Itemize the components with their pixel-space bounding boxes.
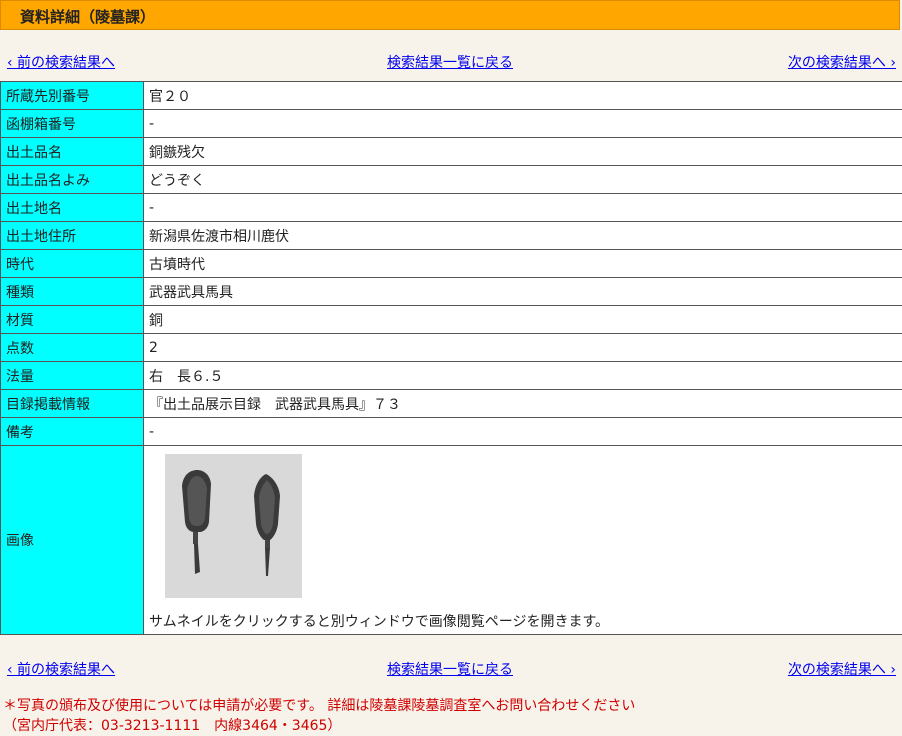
image-cell: サムネイルをクリックすると別ウィンドウで画像閲覧ページを開きます。 — [143, 445, 902, 635]
detail-row: 出土品名 銅鏃残欠 — [0, 137, 902, 166]
field-value: 武器武具馬具 — [143, 277, 902, 306]
detail-table: 所蔵先別番号 官２０ 函棚箱番号 - 出土品名 銅鏃残欠 出土品名よみ どうぞく… — [0, 81, 902, 635]
detail-row: 備考 - — [0, 417, 902, 446]
artifact-thumbnail-link[interactable] — [165, 454, 302, 598]
detail-row: 点数 2 — [0, 333, 902, 362]
detail-row: 種類 武器武具馬具 — [0, 277, 902, 306]
detail-row: 所蔵先別番号 官２０ — [0, 81, 902, 110]
field-label: 種類 — [0, 277, 144, 306]
next-result-link[interactable]: 次の検索結果へ › — [788, 52, 896, 72]
field-value: 右 長６.５ — [143, 361, 902, 390]
field-label: 出土品名 — [0, 137, 144, 166]
back-to-list-link[interactable]: 検索結果一覧に戻る — [387, 659, 513, 679]
field-label: 時代 — [0, 249, 144, 278]
field-label: 法量 — [0, 361, 144, 390]
detail-row: 出土品名よみ どうぞく — [0, 165, 902, 194]
field-value: 『出土品展示目録 武器武具馬具』７３ — [143, 389, 902, 418]
field-value: - — [143, 193, 902, 222]
prev-result-link[interactable]: ‹ 前の検索結果へ — [7, 659, 115, 679]
back-to-list-link[interactable]: 検索結果一覧に戻る — [387, 52, 513, 72]
detail-row: 材質 銅 — [0, 305, 902, 334]
bottom-navigation: ‹ 前の検索結果へ 検索結果一覧に戻る 次の検索結果へ › — [0, 659, 902, 679]
field-label: 出土地名 — [0, 193, 144, 222]
detail-row: 時代 古墳時代 — [0, 249, 902, 278]
thumbnail-note: サムネイルをクリックすると別ウィンドウで画像閲覧ページを開きます。 — [149, 614, 610, 630]
top-navigation: ‹ 前の検索結果へ 検索結果一覧に戻る 次の検索結果へ › — [0, 52, 902, 72]
usage-notice-line: ＊写真の頒布及び使用については申請が必要です。 詳細は陵墓課陵墓調査室へお問い合… — [3, 698, 636, 714]
field-value: - — [143, 417, 902, 446]
field-label: 材質 — [0, 305, 144, 334]
contact-info-line: （宮内庁代表：03-3213-1111 内線3464・3465） — [3, 718, 342, 734]
field-label: 点数 — [0, 333, 144, 362]
image-label: 画像 — [0, 445, 144, 635]
field-value: 銅鏃残欠 — [143, 137, 902, 166]
field-label: 目録掲載情報 — [0, 389, 144, 418]
artifact-thumbnail-image — [165, 454, 302, 598]
title-bar: 資料詳細（陵墓課） — [0, 0, 900, 30]
detail-row: 目録掲載情報 『出土品展示目録 武器武具馬具』７３ — [0, 389, 902, 418]
field-value: 2 — [143, 333, 902, 362]
thumbnail-container: サムネイルをクリックすると別ウィンドウで画像閲覧ページを開きます。 — [149, 446, 897, 634]
next-result-link[interactable]: 次の検索結果へ › — [788, 659, 896, 679]
detail-row: 法量 右 長６.５ — [0, 361, 902, 390]
field-value: 新潟県佐渡市相川鹿伏 — [143, 221, 902, 250]
field-value: - — [143, 109, 902, 138]
detail-row: 出土地名 - — [0, 193, 902, 222]
field-label: 備考 — [0, 417, 144, 446]
prev-result-link[interactable]: ‹ 前の検索結果へ — [7, 52, 115, 72]
field-label: 出土品名よみ — [0, 165, 144, 194]
detail-row: 函棚箱番号 - — [0, 109, 902, 138]
field-value: 官２０ — [143, 81, 902, 110]
field-value: 古墳時代 — [143, 249, 902, 278]
image-row: 画像 サムネイルをクリックすると別ウィンドウで画像閲覧ページを開きます。 — [0, 445, 902, 635]
field-value: どうぞく — [143, 165, 902, 194]
detail-row: 出土地住所 新潟県佐渡市相川鹿伏 — [0, 221, 902, 250]
field-label: 出土地住所 — [0, 221, 144, 250]
field-label: 函棚箱番号 — [0, 109, 144, 138]
page-title: 資料詳細（陵墓課） — [20, 8, 156, 26]
usage-notice: ＊写真の頒布及び使用については申請が必要です。 詳細は陵墓課陵墓調査室へお問い合… — [3, 696, 635, 736]
field-value: 銅 — [143, 305, 902, 334]
field-label: 所蔵先別番号 — [0, 81, 144, 110]
